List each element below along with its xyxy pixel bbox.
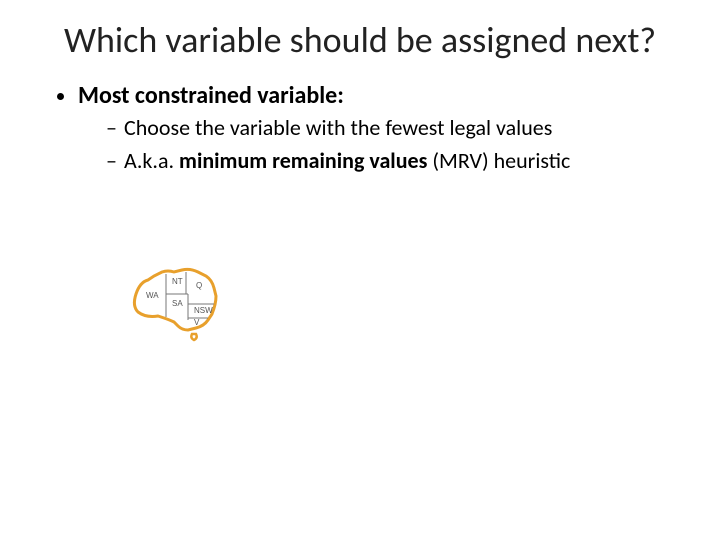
slide: Which variable should be assigned next? … [0, 0, 720, 540]
bullet-list-level2: Choose the variable with the fewest lega… [78, 114, 680, 175]
label-q: Q [196, 281, 202, 290]
sub-item-2-bold: minimum remaining values [179, 147, 427, 174]
bullet-item-1-text: Most constrained variable: [78, 81, 344, 110]
label-wa: WA [146, 291, 159, 300]
australia-map: WA NT SA Q NSW V [130, 260, 240, 355]
australia-map-svg: WA NT SA Q NSW V [130, 260, 240, 350]
label-v: V [194, 318, 200, 327]
sub-item-2: A.k.a. minimum remaining values (MRV) he… [106, 147, 680, 176]
tasmania [191, 334, 196, 340]
label-sa: SA [172, 299, 183, 308]
label-nt: NT [172, 277, 183, 286]
label-nsw: NSW [194, 306, 213, 315]
sub-item-1: Choose the variable with the fewest lega… [106, 114, 680, 143]
slide-title: Which variable should be assigned next? [0, 0, 720, 71]
slide-body: Most constrained variable: Choose the va… [0, 81, 720, 175]
sub-item-2-prefix: A.k.a. [124, 147, 179, 174]
bullet-item-1: Most constrained variable: Choose the va… [78, 81, 680, 175]
sub-item-2-suffix: (MRV) heuristic [427, 147, 570, 174]
bullet-list-level1: Most constrained variable: Choose the va… [50, 81, 680, 175]
